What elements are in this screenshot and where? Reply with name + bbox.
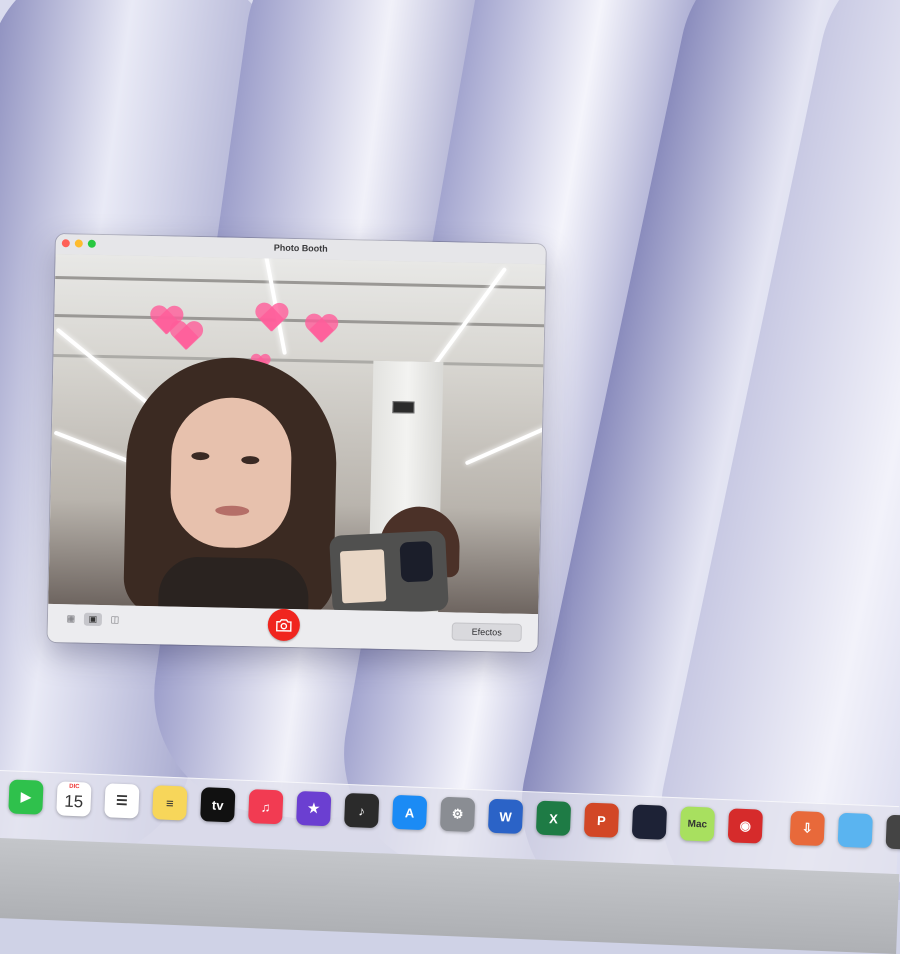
photo-booth-icon: ◉	[739, 817, 752, 834]
gear-icon: ⚙	[451, 806, 464, 822]
dock-mac-app[interactable]: Mac	[679, 806, 716, 842]
dock-facetime[interactable]: ▶	[8, 779, 44, 815]
music-icon: ♫	[260, 799, 271, 815]
exit-sign	[392, 401, 415, 414]
video-mode-button[interactable]: ◫	[106, 613, 124, 626]
heart-effect-icon	[169, 321, 204, 352]
dock-word[interactable]: W	[487, 798, 524, 834]
dock-notes[interactable]: ≡	[152, 785, 188, 821]
dock-apple-tv[interactable]: tv	[200, 787, 236, 823]
person-face	[169, 396, 293, 549]
download-icon: ⇩	[801, 820, 814, 836]
notes-icon: ≡	[165, 795, 174, 811]
calendar-month: DIC	[69, 783, 80, 791]
take-photo-button[interactable]	[267, 608, 301, 642]
dock-excel[interactable]: X	[535, 800, 572, 836]
dock-garageband[interactable]: ♪	[343, 792, 380, 829]
dock-photo-booth[interactable]: ◉	[727, 808, 764, 844]
phone-camera	[399, 540, 434, 583]
dock-powerpoint[interactable]: P	[583, 802, 620, 838]
dock-folder[interactable]	[837, 812, 873, 849]
facetime-icon: ▶	[20, 788, 32, 805]
ceiling-light	[464, 425, 546, 466]
camera-preview	[48, 253, 546, 615]
portrait-icon: ▣	[88, 613, 98, 624]
heart-effect-icon	[304, 314, 339, 345]
apple-tv-icon: tv	[211, 797, 224, 813]
dock-reminders[interactable]: ☰	[104, 783, 140, 819]
calendar-day: 15	[63, 791, 84, 812]
eye	[241, 455, 260, 465]
ceiling-beam	[53, 353, 544, 368]
effects-button[interactable]: Efectos	[451, 622, 522, 642]
heart-effect-icon	[254, 303, 289, 334]
phone-case-photo	[339, 549, 387, 604]
garageband-icon: ♪	[358, 802, 366, 819]
dock-music[interactable]: ♫	[248, 789, 284, 825]
mac-icon: Mac	[687, 818, 708, 830]
dock-app-store[interactable]: A	[391, 794, 428, 831]
eye	[191, 451, 210, 461]
dock-downloads-stack[interactable]: ⇩	[789, 810, 825, 847]
app-store-icon: A	[404, 804, 415, 821]
video-camera-icon: ◫	[110, 614, 120, 625]
single-photo-mode-button[interactable]: ▣	[83, 612, 103, 627]
imovie-icon: ★	[307, 800, 320, 816]
word-icon: W	[499, 808, 512, 825]
camera-icon	[276, 619, 292, 632]
ceiling-beam	[55, 275, 546, 290]
person-shirt	[158, 556, 310, 615]
ceiling-light	[55, 327, 151, 407]
excel-icon: X	[548, 810, 559, 826]
smartphone	[329, 530, 449, 615]
dock-system-settings[interactable]: ⚙	[439, 796, 476, 833]
grid-icon: ▦	[66, 613, 76, 624]
photo-booth-window[interactable]: Photo Booth ▦ ▣ ◫ Efectos	[47, 234, 546, 653]
dock-trash[interactable]	[885, 814, 900, 850]
dock-legends-game[interactable]	[631, 804, 668, 840]
dock-calendar[interactable]: DIC 15	[56, 781, 92, 817]
powerpoint-icon: P	[596, 812, 607, 828]
ceiling-light	[53, 430, 130, 464]
reminders-icon: ☰	[115, 792, 129, 809]
grid-mode-button[interactable]: ▦	[62, 612, 80, 625]
dock-imovie[interactable]: ★	[296, 790, 332, 827]
mode-selector: ▦ ▣ ◫	[62, 612, 124, 627]
